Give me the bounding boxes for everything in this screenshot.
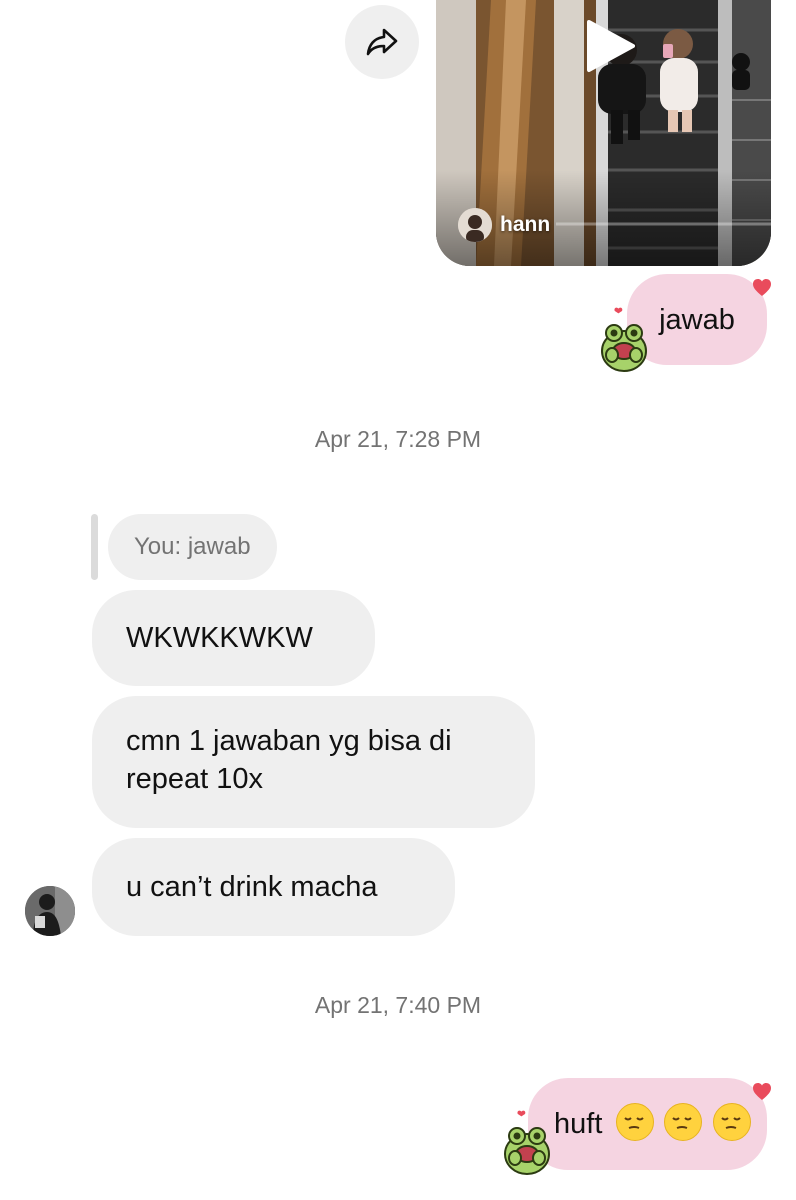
- message-text: u can’t drink macha: [126, 871, 378, 903]
- reply-indicator-bar: [91, 514, 98, 580]
- reel-username: hann: [500, 213, 551, 236]
- pensive-face-emoji: [712, 1103, 751, 1141]
- frog-sticker-icon: [601, 307, 647, 372]
- pensive-face-emoji: [616, 1103, 655, 1141]
- reply-preview[interactable]: You: jawab: [108, 514, 277, 580]
- message-text: huft: [554, 1108, 603, 1140]
- message-text: jawab: [659, 303, 735, 336]
- outgoing-message[interactable]: huft: [528, 1078, 767, 1170]
- heart-icon: [753, 279, 771, 296]
- share-arrow-icon: [366, 28, 398, 56]
- timestamp: Apr 21, 7:40 PM: [314, 992, 482, 1018]
- incoming-message[interactable]: cmn 1 jawaban yg bisa di repeat 10x: [92, 696, 535, 828]
- pensive-face-emoji: [664, 1103, 703, 1141]
- sender-avatar[interactable]: [25, 886, 75, 936]
- reply-preview-text: You: jawab: [134, 533, 251, 560]
- message-text: WKWKKWKW: [126, 622, 313, 654]
- incoming-message[interactable]: u can’t drink macha: [92, 838, 455, 936]
- share-button[interactable]: [345, 5, 419, 79]
- play-icon: [587, 20, 635, 72]
- incoming-message[interactable]: WKWKKWKW: [92, 590, 375, 686]
- message-text-line: repeat 10x: [126, 763, 264, 795]
- message-text-line: cmn 1 jawaban yg bisa di: [126, 725, 452, 757]
- timestamp: Apr 21, 7:28 PM: [314, 426, 482, 452]
- reel-author-avatar: [458, 208, 492, 242]
- frog-sticker-icon: [504, 1110, 550, 1175]
- reel-author: hann: [458, 208, 550, 242]
- heart-icon: [753, 1083, 771, 1100]
